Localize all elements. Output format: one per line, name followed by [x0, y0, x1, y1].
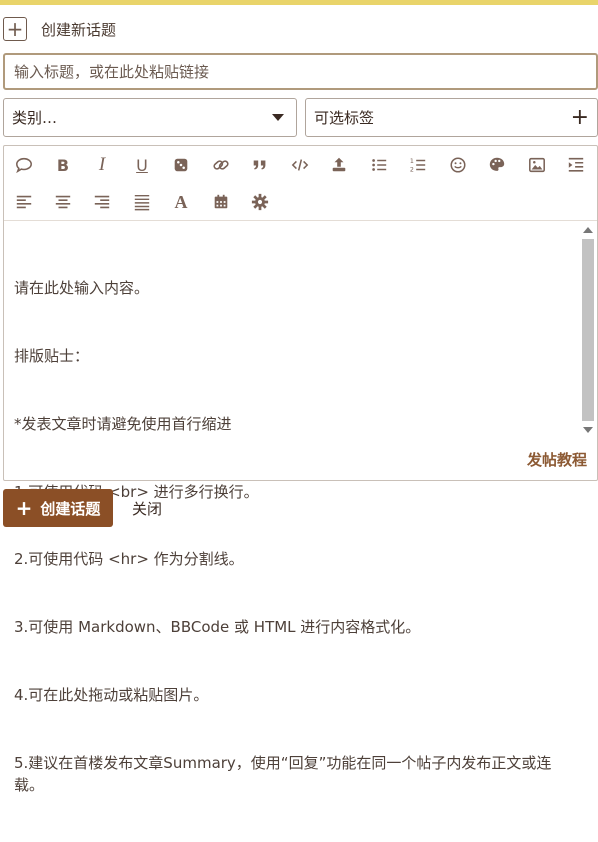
editor-line: 5.建议在首楼发布文章Summary，使用“回复”功能在同一个帖子内发布正文或连…	[14, 753, 552, 795]
emoji-icon[interactable]	[444, 151, 472, 179]
italic-icon[interactable]: I	[88, 151, 116, 179]
scroll-thumb[interactable]	[582, 239, 594, 421]
top-accent-bar	[0, 0, 598, 5]
editor-textarea[interactable]: 请在此处输入内容。 排版贴士： *发表文章时请避免使用首行缩进 1.可使用代码 …	[14, 232, 574, 842]
scroll-down-icon[interactable]	[583, 427, 593, 433]
posting-guide-link[interactable]: 发帖教程	[527, 449, 587, 470]
code-icon[interactable]	[286, 151, 314, 179]
editor-line: 3.可使用 Markdown、BBCode 或 HTML 进行内容格式化。	[14, 618, 421, 637]
composer-title: 创建新话题	[41, 20, 117, 39]
composer-header: + 创建新话题	[3, 16, 116, 42]
bullet-list-icon[interactable]	[365, 151, 393, 179]
image-icon[interactable]	[523, 151, 551, 179]
editor-line: 2.可使用代码 <hr> 作为分割线。	[14, 550, 244, 569]
add-tag-icon: +	[570, 104, 589, 130]
close-button[interactable]: 关闭	[132, 498, 162, 519]
editor-toolbar: B I U 12 A	[4, 146, 597, 221]
editor: B I U 12 A 请在此处输入内容。 排版贴士： *发表文章时请避免使用首行…	[3, 145, 598, 794]
plus-icon[interactable]: +	[3, 17, 27, 41]
font-icon[interactable]: A	[167, 188, 195, 216]
underline-icon[interactable]: U	[128, 151, 156, 179]
editor-line: 排版贴士：	[14, 346, 90, 365]
align-justify-icon[interactable]	[128, 188, 156, 216]
align-right-icon[interactable]	[88, 188, 116, 216]
svg-text:2: 2	[410, 166, 414, 173]
link-icon[interactable]	[207, 151, 235, 179]
svg-text:1: 1	[410, 158, 414, 165]
numbered-list-icon[interactable]: 12	[404, 151, 432, 179]
bold-icon[interactable]: B	[49, 151, 77, 179]
tags-select[interactable]: 可选标签 +	[305, 98, 598, 137]
editor-line: 请在此处输入内容。	[14, 279, 150, 298]
create-topic-button[interactable]: + 创建话题	[3, 489, 113, 527]
tags-label: 可选标签	[314, 109, 375, 127]
editor-line: 4.可在此处拖动或粘贴图片。	[14, 685, 209, 704]
category-label: 类别…	[12, 109, 58, 127]
blockquote-icon[interactable]	[246, 151, 274, 179]
align-center-icon[interactable]	[49, 188, 77, 216]
editor-line: *发表文章时请避免使用首行缩进	[14, 414, 232, 433]
align-left-icon[interactable]	[10, 188, 38, 216]
dice-icon[interactable]	[167, 151, 195, 179]
gear-icon[interactable]	[246, 188, 274, 216]
indent-icon[interactable]	[562, 151, 590, 179]
editor-scrollbar[interactable]	[581, 223, 595, 437]
create-topic-label: 创建话题	[40, 499, 101, 518]
category-select[interactable]: 类别…	[3, 98, 297, 137]
upload-icon[interactable]	[325, 151, 353, 179]
palette-icon[interactable]	[483, 151, 511, 179]
scroll-up-icon[interactable]	[583, 227, 593, 233]
plus-icon: +	[15, 496, 33, 520]
chevron-down-icon	[272, 114, 284, 121]
topic-title-input[interactable]	[3, 53, 598, 90]
calendar-icon[interactable]	[207, 188, 235, 216]
quote-icon[interactable]	[10, 151, 38, 179]
